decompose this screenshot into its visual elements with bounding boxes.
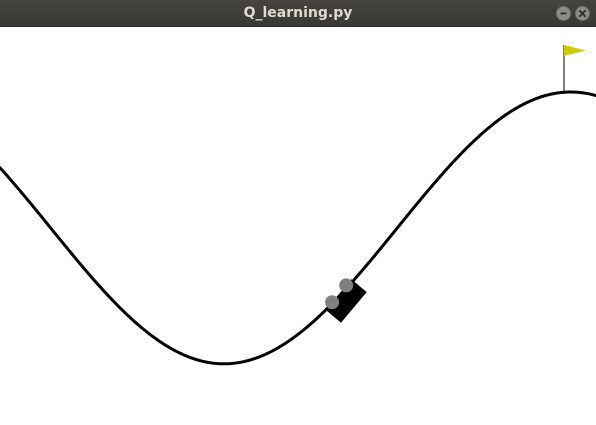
goal-flag: [563, 45, 586, 94]
game-canvas: [0, 45, 596, 366]
minimize-icon: [560, 12, 567, 15]
minimize-button[interactable]: [556, 6, 571, 21]
window-title: Q_learning.py: [243, 5, 353, 21]
flag-icon: [564, 45, 586, 56]
mountain-track: [0, 90, 596, 366]
close-button[interactable]: [575, 6, 590, 21]
close-icon: [578, 9, 587, 18]
car: [325, 278, 367, 323]
title-bar[interactable]: Q_learning.py: [0, 0, 596, 27]
app-window: Q_learning.py: [0, 0, 596, 425]
